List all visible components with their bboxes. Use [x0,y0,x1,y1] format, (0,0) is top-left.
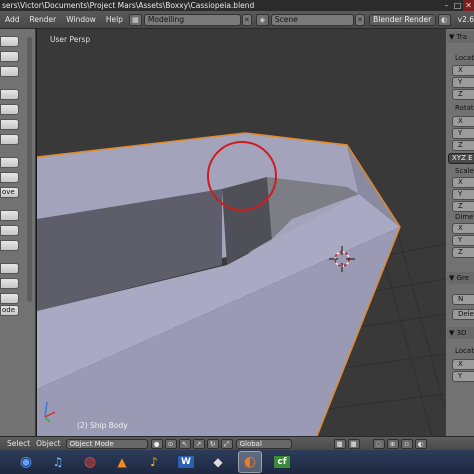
pivot-point-icon[interactable]: ⊙ [164,438,177,449]
proportional-edit-icon[interactable]: ◌ [372,438,385,449]
view-perspective-label: User Persp [50,35,91,44]
tool-button[interactable] [0,36,19,47]
screen-layout-field[interactable]: Modelling [143,13,241,26]
scale-icon[interactable]: ⤢ [220,438,233,449]
scene-field[interactable]: Scene [270,13,354,26]
grease-pencil-panel-header[interactable]: ▼ Gre [447,272,474,284]
menu-window[interactable]: Window [61,11,101,29]
scale-label: Scale [455,167,474,175]
screen-layout-delete-icon[interactable]: ✕ [241,13,252,26]
blender-logo-icon: ◐ [437,13,451,26]
chrome-icon[interactable]: ◍ [78,451,102,473]
location-x-field[interactable]: X [452,65,474,76]
layer-icon[interactable]: ▦ [333,438,346,449]
menu-help[interactable]: Help [101,11,128,29]
word-icon[interactable]: W [174,451,198,473]
rotation-x-field[interactable]: X [452,116,474,127]
minimize-button[interactable]: – [441,0,452,11]
viewport-scene [37,132,445,436]
window-controls: – □ ✕ [441,0,474,11]
scale-y-field[interactable]: Y [452,189,474,200]
manipulator-icon[interactable]: ↖ [178,438,191,449]
view-location-label: Locat [455,347,474,355]
view-cursor-x-field[interactable]: X [452,359,474,370]
tool-button[interactable] [0,89,19,100]
dimensions-y-field[interactable]: Y [452,235,474,246]
menu-object[interactable]: Object [33,437,63,451]
scale-z-field[interactable]: Z [452,201,474,212]
properties-panel: ▼ Tra Locati X Y Z Rotatio X Y Z XYZ E S… [445,29,474,436]
rotate-icon[interactable]: ↻ [206,438,219,449]
tool-shelf: ove ode [0,29,36,436]
render-preview-icon[interactable]: ◐ [414,438,427,449]
scene-icon[interactable]: ◈ [255,13,269,26]
translate-icon[interactable]: ↗ [192,438,205,449]
menu-render[interactable]: Render [25,11,62,29]
mode-button[interactable]: ode [0,305,19,316]
viewport-shading-icon[interactable]: ● [150,438,163,449]
move-button[interactable]: ove [0,187,19,198]
location-z-field[interactable]: Z [452,89,474,100]
tool-button[interactable] [0,240,19,251]
rotation-mode-dropdown[interactable]: XYZ E [448,153,474,164]
3d-view-header: Select Object Object Mode ● ⊙ ↖ ↗ ↻ ⤢ Gl… [0,436,474,450]
tool-button[interactable] [0,263,19,274]
tool-button[interactable] [0,293,19,304]
cf-app-icon[interactable]: cf [270,451,294,473]
view-cursor-y-field[interactable]: Y [452,371,474,382]
itunes-icon[interactable]: ♫ [46,451,70,473]
dimensions-label: Dime [455,213,474,221]
tool-button[interactable] [0,278,19,289]
blender-icon[interactable]: ◐ [238,451,262,473]
grease-pencil-new-button[interactable]: N [452,294,474,305]
scale-x-field[interactable]: X [452,177,474,188]
transform-panel-header[interactable]: ▼ Tra [447,31,474,43]
tool-button[interactable] [0,157,19,168]
fruity-loops-icon[interactable]: ♪ [142,451,166,473]
tool-button[interactable] [0,134,19,145]
menu-add[interactable]: Add [0,11,25,29]
rotation-label: Rotatio [455,104,474,112]
tool-button[interactable] [0,104,19,115]
tool-button[interactable] [0,119,19,130]
tool-button[interactable] [0,210,19,221]
location-label: Locati [455,54,474,62]
tool-button[interactable] [0,66,19,77]
taskbar: ◉ ♫ ◍ ▲ ♪ W ◆ ◐ cf [0,450,474,474]
snap-icon[interactable]: ⊕ [386,438,399,449]
info-header: Add Render Window Help ▦ Modelling ✕ ◈ S… [0,11,474,29]
grease-pencil-delete-button[interactable]: Delete [452,309,474,320]
dimensions-z-field[interactable]: Z [452,247,474,258]
scene-delete-icon[interactable]: ✕ [354,13,366,26]
window-title: sers\Victor\Documents\Project Mars\Asset… [2,1,255,10]
dimensions-x-field[interactable]: X [452,223,474,234]
tool-button[interactable] [0,51,19,62]
active-object-label: (2) Ship Body [77,421,128,430]
vlc-icon[interactable]: ▲ [110,451,134,473]
version-label: v2.6 [457,15,474,24]
location-y-field[interactable]: Y [452,77,474,88]
screen-layout-icon[interactable]: ▦ [128,13,142,26]
3d-view-panel-header[interactable]: ▼ 3D [447,327,474,339]
window-titlebar: sers\Victor\Documents\Project Mars\Asset… [0,0,474,11]
snap-target-icon[interactable]: ▫ [400,438,413,449]
start-orb-icon[interactable]: ◉ [14,451,38,473]
tool-button[interactable] [0,225,19,236]
toolshelf-scrollbar[interactable] [27,37,32,302]
interaction-mode-dropdown[interactable]: Object Mode [65,438,148,449]
rotation-y-field[interactable]: Y [452,128,474,139]
maximize-button[interactable]: □ [452,0,463,11]
3d-viewport[interactable]: User Persp (2) Ship Body [37,29,445,436]
tool-button[interactable] [0,172,19,183]
rotation-z-field[interactable]: Z [452,140,474,151]
layer-icon[interactable]: ▦ [347,438,360,449]
close-button[interactable]: ✕ [463,0,474,11]
menu-select[interactable]: Select [4,437,33,451]
transform-orientation-dropdown[interactable]: Global [235,438,292,449]
render-engine-dropdown[interactable]: Blender Render [369,13,436,26]
unity-icon[interactable]: ◆ [206,451,230,473]
